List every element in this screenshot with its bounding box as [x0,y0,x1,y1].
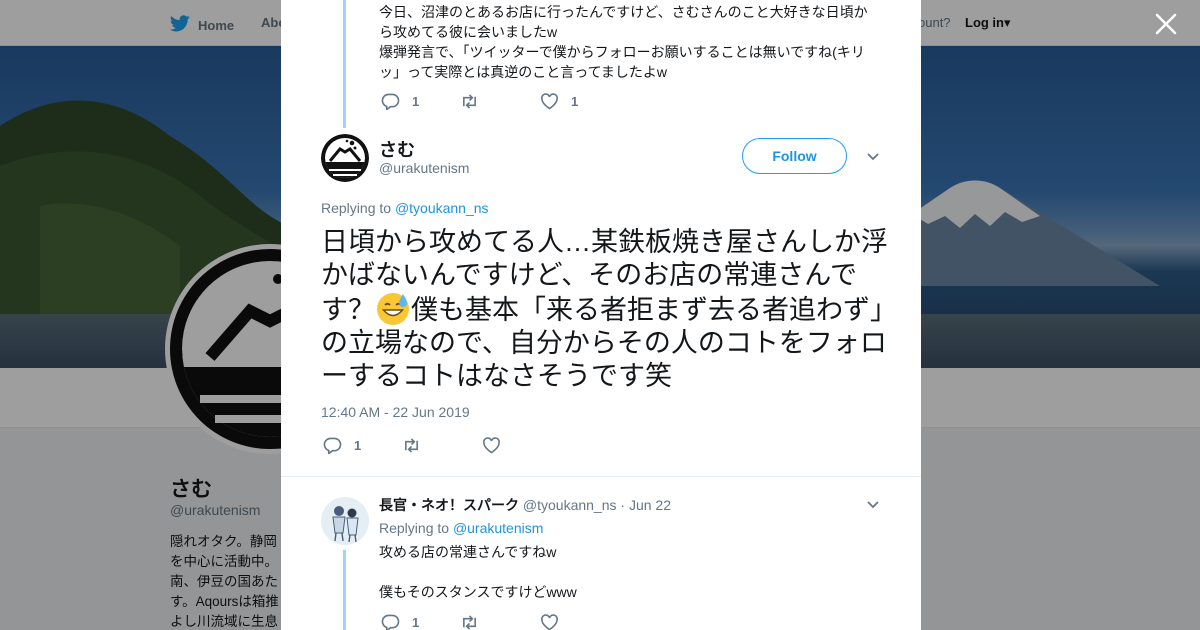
reply-tweet-like-button[interactable] [540,614,559,630]
reply-tweet-reply-button[interactable]: 1 [381,614,419,630]
reply-icon [381,93,400,110]
heart-icon [541,93,558,110]
replying-to-user-link[interactable]: @tyoukann_ns [395,200,489,216]
reply-date[interactable]: · Jun 22 [620,497,671,513]
main-tweet-text: 日頃から攻めてる人…某鉄板焼き屋さんしか浮かばないんですけど、そのお店の常連さん… [321,226,891,393]
reply-icon [381,614,400,630]
tweet-permalink-modal: 今日、沼津のとあるお店に行ったんですけど、さむさんのこと大好きな日頃か ら攻めて… [281,0,921,630]
chevron-down-icon [867,501,879,509]
reply-tweet-avatar[interactable] [321,497,369,545]
retweet-icon [463,615,476,630]
replying-to-line: Replying to @tyoukann_ns [321,200,489,216]
like-count: 1 [571,94,579,109]
main-tweet-reply-button[interactable]: 1 [323,437,361,454]
tweet-divider [281,476,921,477]
tweet-timestamp[interactable]: 12:40 AM - 22 Jun 2019 [321,404,470,420]
follow-button[interactable]: Follow [742,138,847,174]
main-tweet-retweet-button[interactable] [402,437,421,454]
replying-to-prefix: Replying to [321,200,392,216]
reply-tweet-text-line: 僕もそのスタンスですけどwww [379,584,577,600]
thread-connector-line [343,550,346,630]
prev-tweet-text-line: ッ」って実際とは真逆のこと言ってましたよw [379,64,668,80]
heart-icon [483,437,500,454]
reply-more-options-button[interactable] [866,500,880,510]
retweet-icon [463,94,476,109]
prev-tweet-like-button[interactable]: 1 [540,93,578,110]
main-tweet-avatar[interactable] [321,134,369,182]
prev-tweet-reply-button[interactable]: 1 [381,93,419,110]
tweet-more-options-button[interactable] [866,152,880,162]
retweet-icon [405,438,418,453]
reply-replying-to-line: Replying to @urakutenism [379,518,543,538]
main-tweet-author-handle[interactable]: @urakutenism [379,160,469,176]
main-tweet-author-name[interactable]: さむ [379,136,415,162]
replying-to-prefix: Replying to [379,520,450,536]
prev-tweet-retweet-button[interactable] [460,93,479,110]
grinning-sweat-emoji-icon [376,292,410,326]
reply-count: 1 [412,94,420,109]
reply-icon [323,437,342,454]
chevron-down-icon [867,153,879,161]
heart-icon [541,614,558,630]
reply-tweet-retweet-button[interactable] [460,614,479,630]
reply-author-name[interactable]: 長官・ネオ！スパーク [379,497,519,513]
prev-tweet-text-line: ら攻めてる彼に会いましたw [379,24,558,40]
reply-tweet-text-line: 攻める店の常連さんですねw [379,544,557,560]
reply-tweet-header: 長官・ネオ！スパーク @tyoukann_ns · Jun 22 [379,495,671,515]
thread-connector-line [343,0,346,128]
reply-count: 1 [412,615,420,630]
prev-tweet-text-line: 今日、沼津のとあるお店に行ったんですけど、さむさんのこと大好きな日頃か [379,4,868,20]
reply-author-handle[interactable]: @tyoukann_ns [523,497,617,513]
replying-to-user-link[interactable]: @urakutenism [453,520,543,536]
reply-count: 1 [354,438,362,453]
close-modal-button[interactable] [1152,10,1180,38]
main-tweet-like-button[interactable] [482,437,501,454]
close-icon [1155,13,1177,35]
prev-tweet-text-line: 爆弾発言で、「ツイッターで僕からフォローお願いすることは無いですね(キリ [379,44,865,60]
